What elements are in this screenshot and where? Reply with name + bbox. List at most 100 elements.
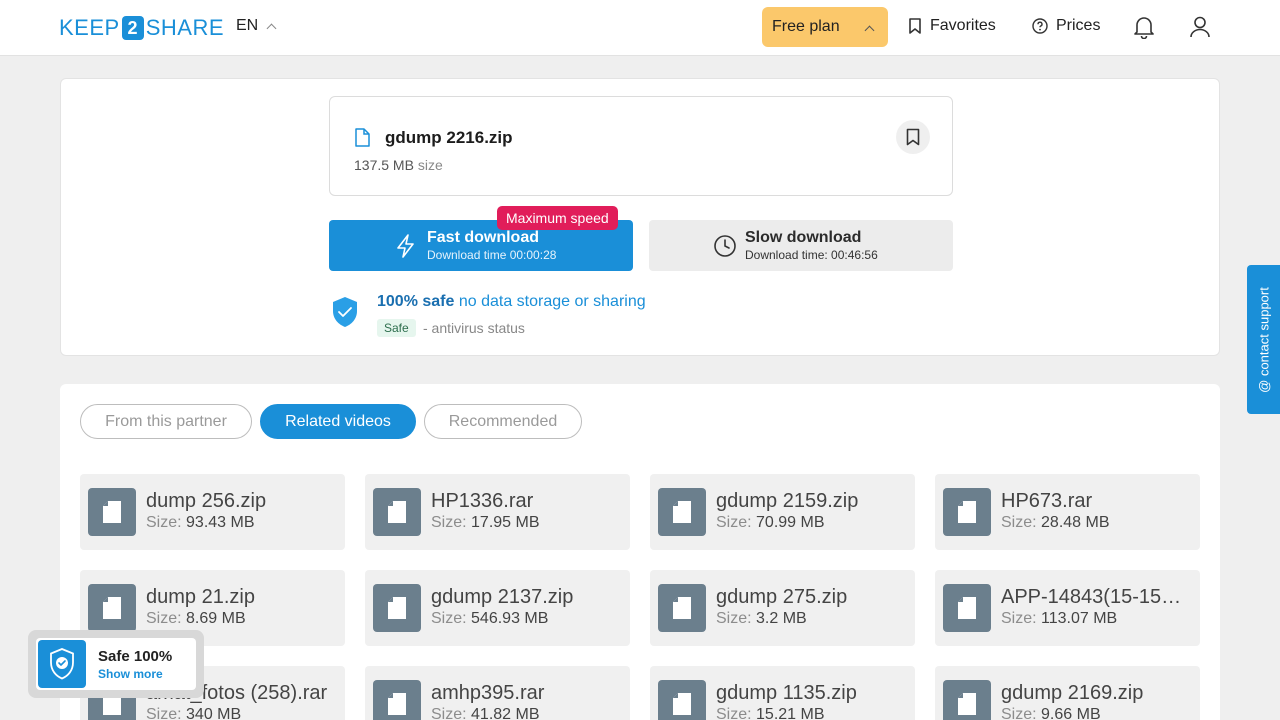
file-thumbnail	[943, 488, 991, 536]
chevron-up-icon	[864, 25, 875, 36]
related-file-card[interactable]: gdump 2159.zip Size: 70.99 MB	[650, 474, 915, 550]
file-icon	[388, 597, 406, 619]
plan-label: Free plan	[772, 18, 840, 35]
related-file-name: APP-14843(15-15…	[1001, 586, 1182, 608]
related-file-card[interactable]: gdump 2137.zip Size: 546.93 MB	[365, 570, 630, 646]
related-file-size: Size: 28.48 MB	[1001, 514, 1110, 532]
file-thumbnail	[658, 680, 706, 720]
language-label: EN	[236, 17, 259, 34]
related-file-size: Size: 41.82 MB	[431, 706, 540, 720]
file-info-box: gdump 2216.zip 137.5 MB size	[329, 96, 953, 196]
maximum-speed-badge: Maximum speed	[497, 206, 618, 230]
file-thumbnail	[373, 680, 421, 720]
fast-download-title: Fast download	[427, 229, 539, 246]
related-file-size-value: 93.43 MB	[186, 514, 255, 531]
related-file-size-value: 113.07 MB	[1041, 610, 1118, 627]
file-thumbnail	[658, 584, 706, 632]
related-file-size-value: 41.82 MB	[471, 706, 540, 720]
related-file-name: gdump 2137.zip	[431, 586, 574, 608]
file-icon	[673, 501, 691, 523]
tab-from-this-partner[interactable]: From this partner	[80, 404, 252, 439]
file-icon	[958, 501, 976, 523]
related-file-size: Size: 17.95 MB	[431, 514, 540, 532]
file-thumbnail	[373, 488, 421, 536]
related-file-card[interactable]: HP1336.rar Size: 17.95 MB	[365, 474, 630, 550]
file-icon	[103, 597, 121, 619]
related-file-card[interactable]: APP-14843(15-15… Size: 113.07 MB	[935, 570, 1200, 646]
related-file-size-value: 28.48 MB	[1041, 514, 1110, 531]
file-icon	[673, 693, 691, 715]
bookmark-icon	[906, 128, 920, 146]
safe-popup-title: Safe 100%	[98, 648, 173, 665]
shield-check-icon	[50, 648, 74, 680]
size-prefix: Size:	[431, 610, 467, 627]
add-to-favorites-button[interactable]	[896, 120, 930, 154]
related-files-panel: From this partner Related videos Recomme…	[60, 384, 1220, 720]
tab-recommended[interactable]: Recommended	[424, 404, 582, 439]
size-prefix: Size:	[716, 514, 752, 531]
safe-popup-card[interactable]: Safe 100% Show more	[36, 638, 196, 690]
file-icon	[958, 597, 976, 619]
shield-check-icon	[333, 297, 357, 327]
related-file-card[interactable]: amhp395.rar Size: 41.82 MB	[365, 666, 630, 720]
size-prefix: Size:	[431, 514, 467, 531]
file-icon	[388, 693, 406, 715]
file-size-value: 137.5 MB	[354, 157, 414, 173]
favorites-link[interactable]: Favorites	[908, 17, 996, 35]
related-file-size: Size: 113.07 MB	[1001, 610, 1117, 628]
related-file-name: gdump 1135.zip	[716, 682, 857, 704]
related-file-size: Size: 8.69 MB	[146, 610, 246, 628]
show-more-link[interactable]: Show more	[98, 667, 163, 681]
related-file-size: Size: 15.21 MB	[716, 706, 825, 720]
related-file-card[interactable]: gdump 2169.zip Size: 9.66 MB	[935, 666, 1200, 720]
related-file-name: dump 256.zip	[146, 490, 267, 512]
lightning-icon	[397, 234, 414, 258]
contact-support-label: @ contact support	[1256, 286, 1271, 393]
language-selector[interactable]: EN	[236, 17, 277, 35]
free-plan-button[interactable]: Free plan	[762, 7, 888, 47]
related-file-size-value: 70.99 MB	[756, 514, 825, 531]
file-size: 137.5 MB size	[354, 157, 443, 173]
help-circle-icon	[1032, 18, 1048, 34]
fast-download-time: Download time 00:00:28	[427, 248, 557, 262]
logo-text-right: SHARE	[145, 15, 224, 40]
file-icon	[388, 501, 406, 523]
related-file-card[interactable]: gdump 1135.zip Size: 15.21 MB	[650, 666, 915, 720]
related-file-name: gdump 2169.zip	[1001, 682, 1144, 704]
keep2share-logo[interactable]: KEEP 2 SHARE	[59, 14, 224, 42]
antivirus-status-badge: Safe	[377, 319, 416, 337]
related-file-size-value: 15.21 MB	[756, 706, 825, 720]
size-prefix: Size:	[1001, 706, 1037, 720]
related-file-card[interactable]: HP673.rar Size: 28.48 MB	[935, 474, 1200, 550]
related-file-name: HP673.rar	[1001, 490, 1093, 512]
size-prefix: Size:	[716, 610, 752, 627]
file-thumbnail	[658, 488, 706, 536]
contact-support-button[interactable]: @ contact support	[1247, 265, 1280, 414]
account-button[interactable]	[1189, 15, 1211, 44]
safety-title-bold: 100% safe	[377, 293, 455, 310]
related-file-size-value: 3.2 MB	[756, 610, 807, 627]
file-thumbnail	[943, 584, 991, 632]
related-file-name: gdump 275.zip	[716, 586, 848, 608]
notifications-button[interactable]	[1133, 15, 1155, 44]
related-file-card[interactable]: dump 256.zip Size: 93.43 MB	[80, 474, 345, 550]
slow-download-button[interactable]: Slow download Download time: 00:46:56	[649, 220, 953, 271]
bookmark-icon	[909, 18, 921, 34]
file-thumbnail	[373, 584, 421, 632]
related-file-card[interactable]: gdump 275.zip Size: 3.2 MB	[650, 570, 915, 646]
logo-text-left: KEEP	[59, 15, 120, 40]
related-file-size: Size: 340 MB	[146, 706, 241, 720]
related-file-size-value: 17.95 MB	[471, 514, 540, 531]
safety-title-rest: no data storage or sharing	[458, 293, 646, 310]
top-header: KEEP 2 SHARE EN Free plan Favorites Pric…	[0, 0, 1280, 56]
size-prefix: Size:	[716, 706, 752, 720]
file-thumbnail	[943, 680, 991, 720]
related-file-size: Size: 546.93 MB	[431, 610, 548, 628]
file-thumbnail	[88, 488, 136, 536]
tab-related-videos[interactable]: Related videos	[260, 404, 416, 439]
related-file-size: Size: 9.66 MB	[1001, 706, 1101, 720]
download-card: gdump 2216.zip 137.5 MB size Fast downlo…	[60, 78, 1220, 356]
related-file-size: Size: 93.43 MB	[146, 514, 255, 532]
prices-link[interactable]: Prices	[1032, 17, 1100, 35]
safety-title: 100% safe no data storage or sharing	[377, 293, 646, 311]
